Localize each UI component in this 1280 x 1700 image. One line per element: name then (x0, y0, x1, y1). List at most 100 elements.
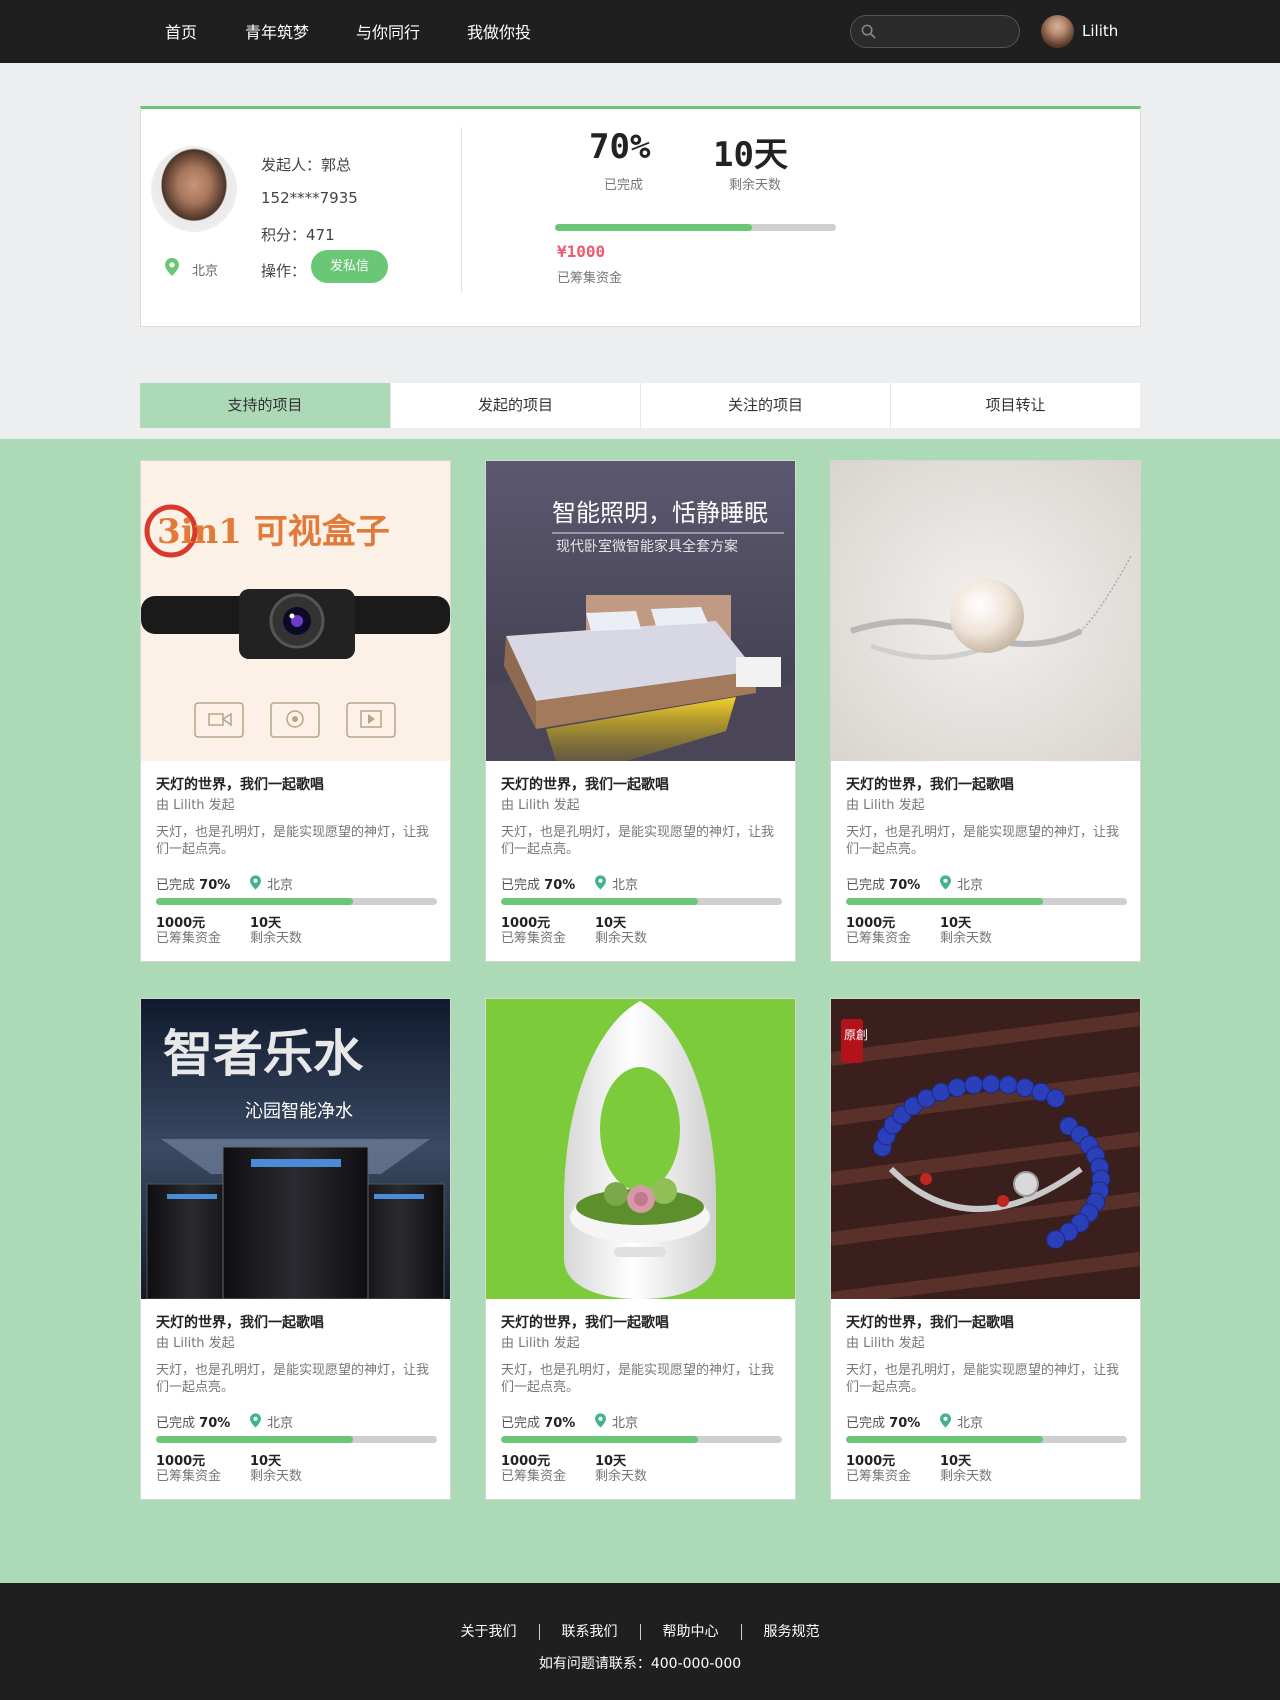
project-completion: 已完成 70% (156, 878, 231, 893)
user-avatar[interactable] (1041, 15, 1074, 48)
bead (1046, 1230, 1066, 1250)
project-card[interactable]: 天灯的世界，我们一起歌唱 由 Lilith 发起 天灯，也是孔明灯，是能实现愿望… (830, 460, 1141, 962)
project-city: 北京 (612, 1416, 639, 1431)
project-description: 天灯，也是孔明灯，是能实现愿望的神灯，让我们一起点亮。 (846, 1363, 1120, 1395)
footer-link-help[interactable]: 帮助中心 (641, 1621, 741, 1641)
bead (964, 1075, 984, 1095)
profile-avatar (151, 146, 237, 232)
search-input[interactable] (883, 21, 1011, 42)
footer-link-about[interactable]: 关于我们 (439, 1621, 539, 1641)
project-title[interactable]: 天灯的世界，我们一起歌唱 (846, 774, 1014, 794)
project-description: 天灯，也是孔明灯，是能实现愿望的神灯，让我们一起点亮。 (846, 825, 1120, 857)
project-title[interactable]: 天灯的世界，我们一起歌唱 (501, 1312, 669, 1332)
project-card[interactable]: 智能照明，恬静睡眠 现代卧室微智能家具全套方案 天灯的世界，我们一起歌唱 由 L… (485, 460, 796, 962)
tab-transfer[interactable]: 项目转让 (890, 383, 1140, 428)
project-city: 北京 (957, 1416, 984, 1431)
completion-percent: 70% (589, 127, 651, 167)
footer-link-service-rules[interactable]: 服务规范 (742, 1621, 842, 1641)
user-name[interactable]: Lilith (1082, 22, 1118, 40)
project-image-smart-planter (486, 999, 795, 1299)
water-purifier-headline: 智者乐水 (163, 1024, 364, 1083)
completion-label: 已完成 (604, 178, 644, 193)
location-pin-icon (595, 1413, 606, 1428)
project-days-left-label: 剩余天数 (940, 1469, 993, 1484)
footer-contact: 如有问题请联系：400-000-000 (538, 1656, 742, 1672)
private-message-button[interactable]: 发私信 (311, 250, 388, 283)
water-purifier-subline: 沁园智能净水 (245, 1101, 353, 1122)
project-completion: 已完成 70% (846, 878, 921, 893)
project-card[interactable]: 天灯的世界，我们一起歌唱 由 Lilith 发起 天灯，也是孔明灯，是能实现愿望… (485, 998, 796, 1500)
project-completion: 已完成 70% (156, 1416, 231, 1431)
raised-amount: ¥1000 (557, 242, 606, 261)
funding-progress-fill (555, 224, 752, 231)
project-progress-bar (846, 898, 1127, 905)
project-days-left-label: 剩余天数 (250, 931, 303, 946)
card-divider (461, 127, 462, 293)
location-pin-icon (940, 1413, 951, 1428)
project-title[interactable]: 天灯的世界，我们一起歌唱 (501, 774, 669, 794)
action-label: 操作： (261, 262, 307, 280)
bead (931, 1082, 951, 1102)
footer: 关于我们 联系我们 帮助中心 服务规范 如有问题请联系：400-000-000 (0, 1583, 1280, 1700)
location-pin-icon (250, 875, 261, 890)
bead (981, 1074, 1001, 1094)
raised-label: 已筹集资金 (557, 271, 623, 286)
phone-number: 152****7935 (261, 189, 358, 207)
tab-followed[interactable]: 关注的项目 (640, 383, 890, 428)
project-title[interactable]: 天灯的世界，我们一起歌唱 (156, 1312, 324, 1332)
project-progress-fill (846, 898, 1043, 905)
project-days-left-label: 剩余天数 (595, 1469, 648, 1484)
nav-link-together[interactable]: 与你同行 (356, 19, 420, 43)
location-pin-icon (250, 1413, 261, 1428)
project-author: 由 Lilith 发起 (501, 798, 580, 813)
bead (1046, 1088, 1066, 1108)
project-progress-bar (846, 1436, 1127, 1443)
project-raised-label: 已筹集资金 (156, 1469, 222, 1484)
project-area: 3in1 可视盒子 天灯的世界，我们一起歌唱 由 Lilith 发起 天灯，也是… (0, 439, 1280, 1583)
project-progress-fill (501, 898, 698, 905)
search-box[interactable] (850, 15, 1020, 48)
project-progress-fill (156, 1436, 353, 1443)
project-image-camera-box: 3in1 可视盒子 (141, 461, 450, 761)
project-title[interactable]: 天灯的世界，我们一起歌唱 (846, 1312, 1014, 1332)
project-author: 由 Lilith 发起 (846, 798, 925, 813)
profile-card: 北京 发起人：郭总 152****7935 积分：471 操作： 发私信 70%… (140, 106, 1141, 327)
project-raised-label: 已筹集资金 (846, 931, 912, 946)
days-remaining: 10天 (713, 135, 788, 175)
profile-city: 北京 (192, 264, 219, 279)
project-city: 北京 (957, 878, 984, 893)
project-progress-fill (156, 898, 353, 905)
project-days-left-label: 剩余天数 (595, 931, 648, 946)
project-completion: 已完成 70% (501, 878, 576, 893)
bead (998, 1075, 1018, 1095)
tab-supported[interactable]: 支持的项目 (140, 383, 390, 428)
project-completion: 已完成 70% (501, 1416, 576, 1431)
location-pin-icon (165, 258, 179, 276)
top-nav: 首页 青年筑梦 与你同行 我做你投 Lilith (0, 0, 1280, 63)
project-image-smart-bed: 智能照明，恬静睡眠 现代卧室微智能家具全套方案 (486, 461, 795, 761)
project-city: 北京 (267, 878, 294, 893)
search-icon[interactable] (861, 24, 876, 39)
nav-link-youth-dream[interactable]: 青年筑梦 (245, 19, 309, 43)
project-image-pearl-bracelet (831, 461, 1140, 761)
project-title[interactable]: 天灯的世界，我们一起歌唱 (156, 774, 324, 794)
project-author: 由 Lilith 发起 (846, 1336, 925, 1351)
project-raised-label: 已筹集资金 (846, 1469, 912, 1484)
project-progress-fill (501, 1436, 698, 1443)
location-pin-icon (940, 875, 951, 890)
tab-initiated[interactable]: 发起的项目 (390, 383, 640, 428)
nav-link-invest[interactable]: 我做你投 (467, 19, 531, 43)
project-days-left-label: 剩余天数 (940, 931, 993, 946)
project-progress-bar (156, 1436, 437, 1443)
footer-link-contact[interactable]: 联系我们 (540, 1621, 640, 1641)
project-card[interactable]: 智者乐水 沁园智能净水 天灯的世界，我们一起歌唱 由 Lilith 发起 天灯，… (140, 998, 451, 1500)
nav-link-home[interactable]: 首页 (165, 19, 197, 43)
project-card[interactable]: 原創 天灯的世界，我们一起歌唱 由 Lilith 发起 天灯，也是孔明灯，是能实… (830, 998, 1141, 1500)
project-description: 天灯，也是孔明灯，是能实现愿望的神灯，让我们一起点亮。 (156, 825, 430, 857)
project-city: 北京 (267, 1416, 294, 1431)
project-progress-bar (501, 1436, 782, 1443)
project-progress-bar (156, 898, 437, 905)
project-raised-label: 已筹集资金 (501, 931, 567, 946)
project-card[interactable]: 3in1 可视盒子 天灯的世界，我们一起歌唱 由 Lilith 发起 天灯，也是… (140, 460, 451, 962)
smart-bed-subline: 现代卧室微智能家具全套方案 (556, 538, 738, 555)
